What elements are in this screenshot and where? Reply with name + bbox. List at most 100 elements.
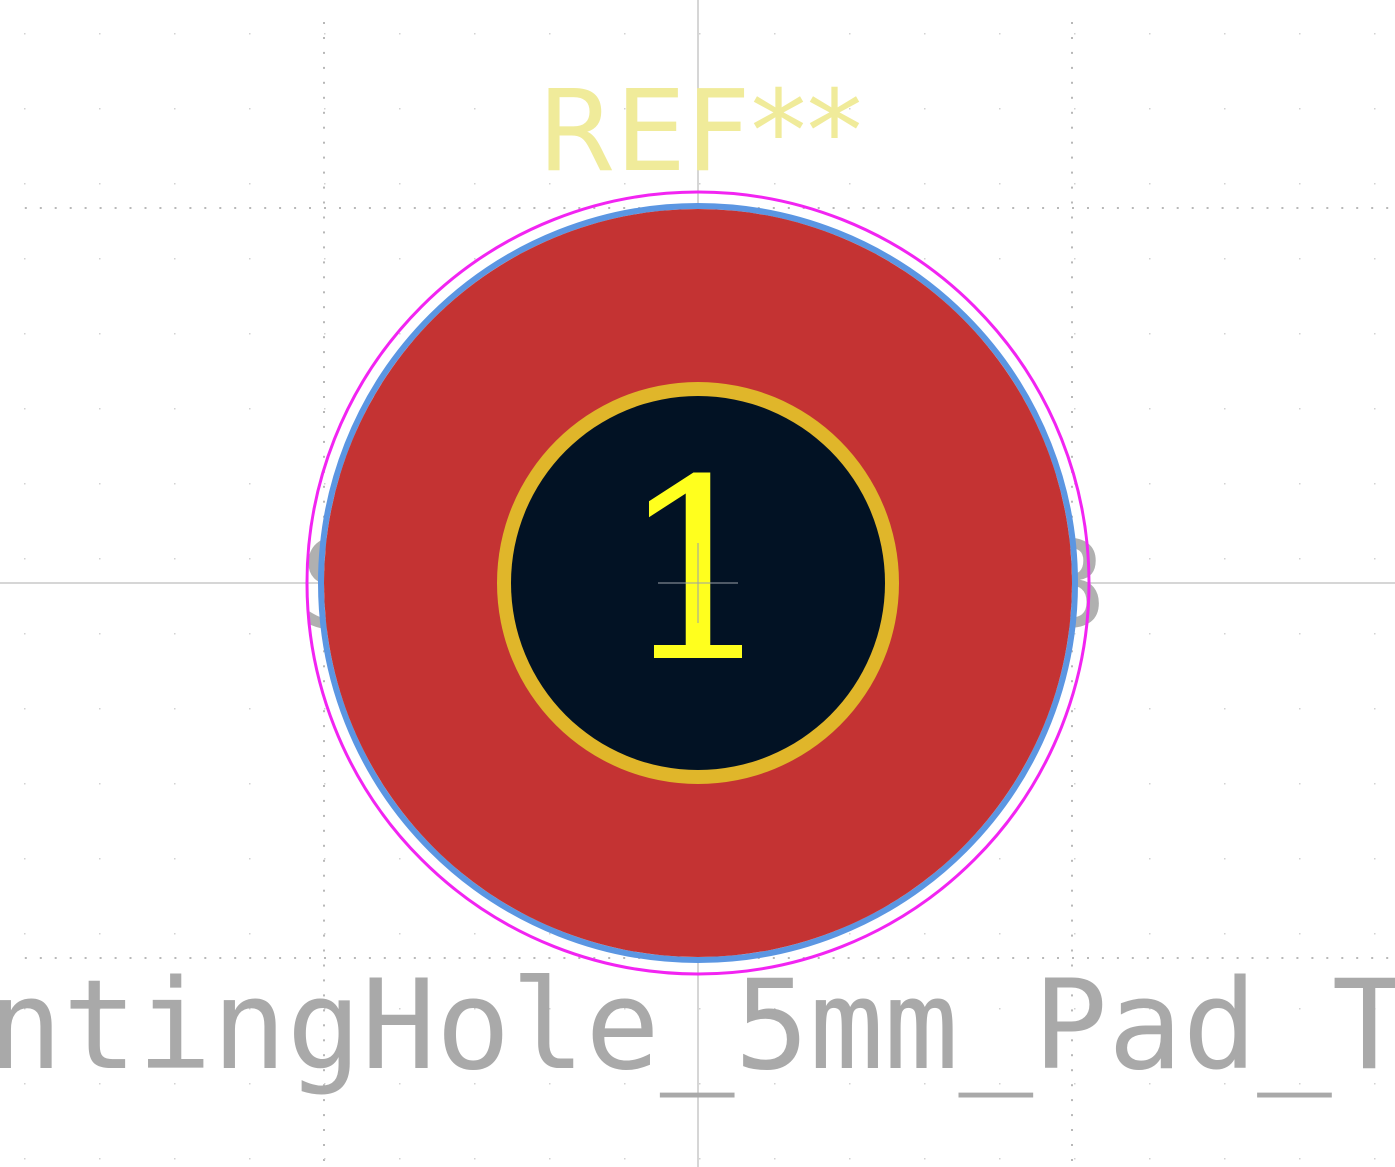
grid-dot: [1299, 558, 1301, 560]
grid-dot: [1149, 933, 1151, 935]
grid-dot: [623, 207, 626, 209]
grid-dot: [1149, 1158, 1151, 1160]
grid-dot: [624, 1158, 626, 1160]
grid-dot: [1149, 333, 1151, 335]
grid-dot: [774, 1158, 776, 1160]
grid-dot: [1071, 37, 1073, 39]
grid-dot: [249, 1158, 251, 1160]
grid-dot: [383, 207, 386, 209]
grid-dot: [399, 108, 401, 110]
grid-dot: [1071, 51, 1073, 54]
grid-dot: [174, 333, 176, 335]
grid-dot: [1071, 680, 1073, 683]
grid-dot: [1071, 291, 1073, 294]
grid-dot: [323, 680, 325, 683]
grid-dot: [1131, 207, 1134, 209]
grid-dot: [323, 246, 325, 249]
grid-dot: [1224, 258, 1226, 260]
grid-dot: [159, 207, 162, 209]
grid-dot: [323, 785, 325, 787]
grid-dot: [324, 408, 326, 410]
grid-dot: [39, 207, 42, 209]
grid-dot: [1374, 333, 1376, 335]
grid-dot: [323, 1099, 325, 1102]
grid-dot: [24, 207, 27, 209]
grid-dot: [249, 633, 251, 635]
grid-dot: [924, 1158, 926, 1160]
grid-dot: [1071, 186, 1073, 189]
grid-dot: [324, 783, 326, 785]
grid-dot: [1074, 933, 1076, 935]
grid-dot: [774, 33, 776, 35]
grid-dot: [1074, 333, 1076, 335]
grid-dot: [1071, 844, 1073, 847]
grid-dot: [24, 483, 26, 485]
grid-dot: [817, 207, 820, 209]
grid-dot: [323, 440, 325, 443]
grid-dot: [1224, 483, 1226, 485]
grid-dot: [249, 708, 251, 710]
footprint-view[interactable]: S B 1 REF** ntingHole_5mm_Pad_TopB: [0, 0, 1395, 1167]
grid-dot: [323, 500, 325, 503]
grid-dot: [399, 1158, 401, 1160]
grid-dot: [1149, 33, 1151, 35]
grid-dot: [474, 33, 476, 35]
grid-dot: [323, 291, 325, 294]
grid-dot: [323, 186, 325, 189]
grid-dot: [324, 207, 326, 209]
grid-dot: [924, 33, 926, 35]
grid-dot: [1191, 207, 1194, 209]
grid-dot: [1071, 201, 1073, 204]
grid-dot: [549, 33, 551, 35]
grid-dot: [1071, 440, 1073, 443]
grid-dot: [323, 844, 325, 847]
grid-dot: [323, 859, 325, 862]
grid-dot: [1071, 231, 1073, 234]
reference-designator[interactable]: REF**: [537, 67, 862, 197]
grid-dot: [1224, 783, 1226, 785]
grid-dot: [924, 933, 926, 935]
grid-dot: [1371, 207, 1374, 209]
grid-dot: [1071, 111, 1073, 114]
grid-dot: [999, 933, 1001, 935]
grid-dot: [323, 37, 325, 39]
grid-dot: [474, 933, 476, 935]
grid-dot: [1071, 814, 1073, 817]
pcb-footprint-canvas[interactable]: S B 1 REF** ntingHole_5mm_Pad_TopB: [0, 0, 1395, 1167]
grid-dot: [174, 708, 176, 710]
grid-dot: [1224, 708, 1226, 710]
grid-dot: [1224, 108, 1226, 110]
grid-dot: [458, 207, 461, 209]
grid-dot: [1071, 1129, 1073, 1131]
grid-dot: [99, 333, 101, 335]
grid-dot: [323, 1144, 325, 1146]
grid-dot: [1149, 783, 1151, 785]
grid-dot: [1299, 783, 1301, 785]
grid-dot: [967, 207, 970, 209]
grid-dot: [1074, 783, 1076, 785]
grid-dot: [324, 108, 326, 110]
grid-dot: [862, 207, 865, 209]
grid-dot: [1296, 207, 1299, 209]
grid-dot: [323, 156, 325, 159]
grid-dot: [1299, 408, 1301, 410]
grid-dot: [1299, 933, 1301, 935]
grid-dot: [24, 633, 26, 635]
grid-dot: [1071, 785, 1073, 787]
grid-dot: [323, 66, 325, 69]
grid-dot: [1071, 934, 1073, 937]
grid-dot: [24, 258, 26, 260]
grid-dot: [924, 183, 926, 185]
grid-dot: [323, 216, 325, 219]
grid-dot: [24, 708, 26, 710]
grid-dot: [1071, 66, 1073, 69]
grid-dot: [997, 207, 1000, 209]
grid-dot: [982, 207, 985, 209]
grid-dot: [999, 33, 1001, 35]
grid-dot: [563, 207, 566, 209]
grid-dot: [608, 207, 611, 209]
grid-dot: [24, 333, 26, 335]
grid-dot: [399, 933, 401, 935]
grid-dot: [999, 258, 1001, 260]
footprint-value-text[interactable]: ntingHole_5mm_Pad_TopB: [0, 954, 1395, 1098]
